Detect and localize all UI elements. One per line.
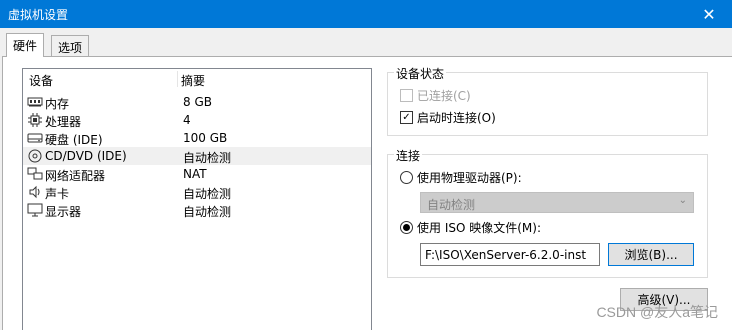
device-summary: 自动检测 (183, 187, 232, 201)
radio-button-selected (400, 221, 413, 234)
device-row-processor[interactable]: 处理器 4 (23, 111, 371, 129)
connected-checkbox[interactable]: 已连接(C) (400, 87, 471, 104)
device-name: 显示器 (45, 205, 82, 219)
checkmark-icon: ✓ (400, 111, 413, 124)
connect-at-power-on-label: 启动时连接(O) (417, 111, 496, 125)
device-list: 设备 摘要 内存 8 GB 处理器 4 硬盘 (IDE) 100 GB CD/D… (22, 68, 372, 330)
connect-at-power-on-checkbox[interactable]: ✓ 启动时连接(O) (400, 109, 496, 126)
network-adapter-icon (27, 167, 43, 181)
tab-hardware[interactable]: 硬件 (6, 33, 45, 57)
device-list-header: 设备 摘要 (23, 69, 371, 89)
device-name: 内存 (45, 97, 70, 111)
connection-group: 连接 使用物理驱动器(P): 自动检测 ⌄ 使用 ISO 映像文件(M): F:… (387, 147, 708, 278)
cd-dvd-icon (27, 149, 43, 163)
watermark: CSDN @友人a笔记 (596, 304, 718, 320)
tab-options[interactable]: 选项 (51, 35, 90, 57)
device-name: 硬盘 (IDE) (45, 133, 103, 147)
harddisk-icon (27, 131, 43, 145)
device-name: 网络适配器 (45, 169, 106, 183)
device-row-display[interactable]: 显示器 自动检测 (23, 201, 371, 219)
checkbox-box (400, 89, 413, 102)
iso-image-radio[interactable]: 使用 ISO 映像文件(M): (400, 219, 541, 236)
device-name: CD/DVD (IDE) (45, 149, 127, 163)
device-summary: 100 GB (183, 131, 228, 145)
window-titlebar: 虚拟机设置 ✕ (0, 0, 732, 28)
device-summary: 自动检测 (183, 151, 232, 165)
connection-title: 连接 (394, 147, 423, 164)
sound-card-icon (27, 185, 43, 199)
device-name: 处理器 (45, 115, 82, 129)
physical-drive-label: 使用物理驱动器(P): (417, 171, 522, 185)
processor-icon (27, 113, 43, 127)
device-summary: NAT (183, 167, 207, 181)
browse-button[interactable]: 浏览(B)... (608, 243, 694, 266)
display-icon (27, 203, 43, 217)
column-separator[interactable] (177, 71, 178, 87)
radio-button (400, 171, 413, 184)
device-name: 声卡 (45, 187, 70, 201)
memory-icon (27, 95, 43, 109)
device-row-memory[interactable]: 内存 8 GB (23, 93, 371, 111)
column-header-summary[interactable]: 摘要 (181, 72, 205, 89)
device-status-title: 设备状态 (394, 65, 447, 82)
device-row-harddisk[interactable]: 硬盘 (IDE) 100 GB (23, 129, 371, 147)
window-title: 虚拟机设置 (8, 8, 69, 22)
iso-image-label: 使用 ISO 映像文件(M): (417, 221, 541, 235)
device-summary: 8 GB (183, 95, 212, 109)
physical-drive-radio[interactable]: 使用物理驱动器(P): (400, 169, 522, 186)
connected-label: 已连接(C) (417, 89, 471, 103)
device-row-network-adapter[interactable]: 网络适配器 NAT (23, 165, 371, 183)
device-row-cd-dvd[interactable]: CD/DVD (IDE) 自动检测 (23, 147, 371, 165)
physical-drive-value: 自动检测 (427, 198, 476, 212)
iso-path-input[interactable]: F:\ISO\XenServer-6.2.0-inst (420, 243, 600, 266)
device-summary: 4 (183, 113, 191, 127)
physical-drive-select[interactable]: 自动检测 ⌄ (420, 192, 694, 213)
device-row-sound-card[interactable]: 声卡 自动检测 (23, 183, 371, 201)
device-status-group: 设备状态 已连接(C) ✓ 启动时连接(O) (387, 65, 708, 136)
iso-path-value: F:\ISO\XenServer-6.2.0-inst (425, 248, 587, 262)
chevron-down-icon: ⌄ (678, 195, 687, 206)
device-summary: 自动检测 (183, 205, 232, 219)
close-icon[interactable]: ✕ (686, 0, 732, 28)
column-header-device[interactable]: 设备 (29, 72, 53, 89)
